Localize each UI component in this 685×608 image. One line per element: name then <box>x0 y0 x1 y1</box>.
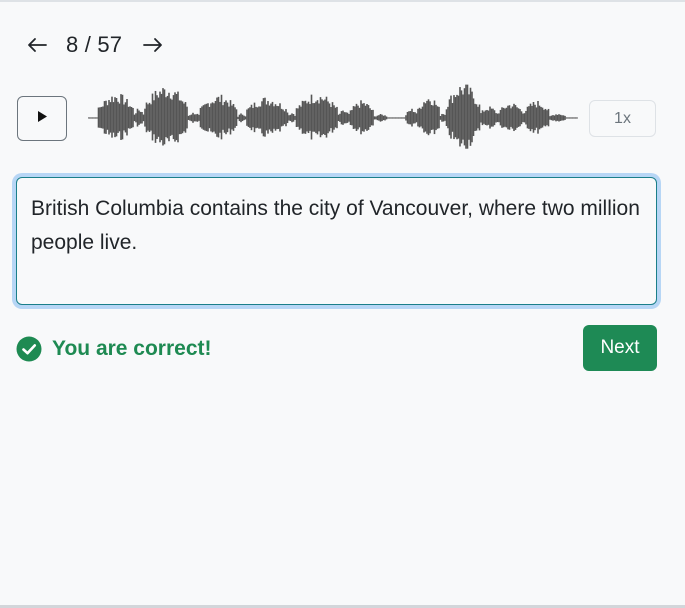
arrow-left-icon[interactable] <box>24 32 50 58</box>
feedback-message: You are correct! <box>16 336 212 362</box>
feedback-text: You are correct! <box>52 337 212 360</box>
next-button[interactable]: Next <box>583 325 657 371</box>
question-navigation: 8 / 57 <box>24 30 166 60</box>
audio-waveform[interactable] <box>88 80 580 160</box>
question-counter: 8 / 57 <box>66 32 123 57</box>
playback-speed-button[interactable]: 1x <box>589 100 656 137</box>
answer-input[interactable]: British Columbia contains the city of Va… <box>16 177 657 305</box>
check-circle-icon <box>16 336 42 362</box>
arrow-right-icon[interactable] <box>140 32 166 58</box>
play-icon <box>36 110 48 128</box>
waveform-bars <box>88 84 578 149</box>
play-button[interactable] <box>17 96 67 141</box>
app-frame: 8 / 57 1x British Columbia contains the … <box>0 0 685 608</box>
